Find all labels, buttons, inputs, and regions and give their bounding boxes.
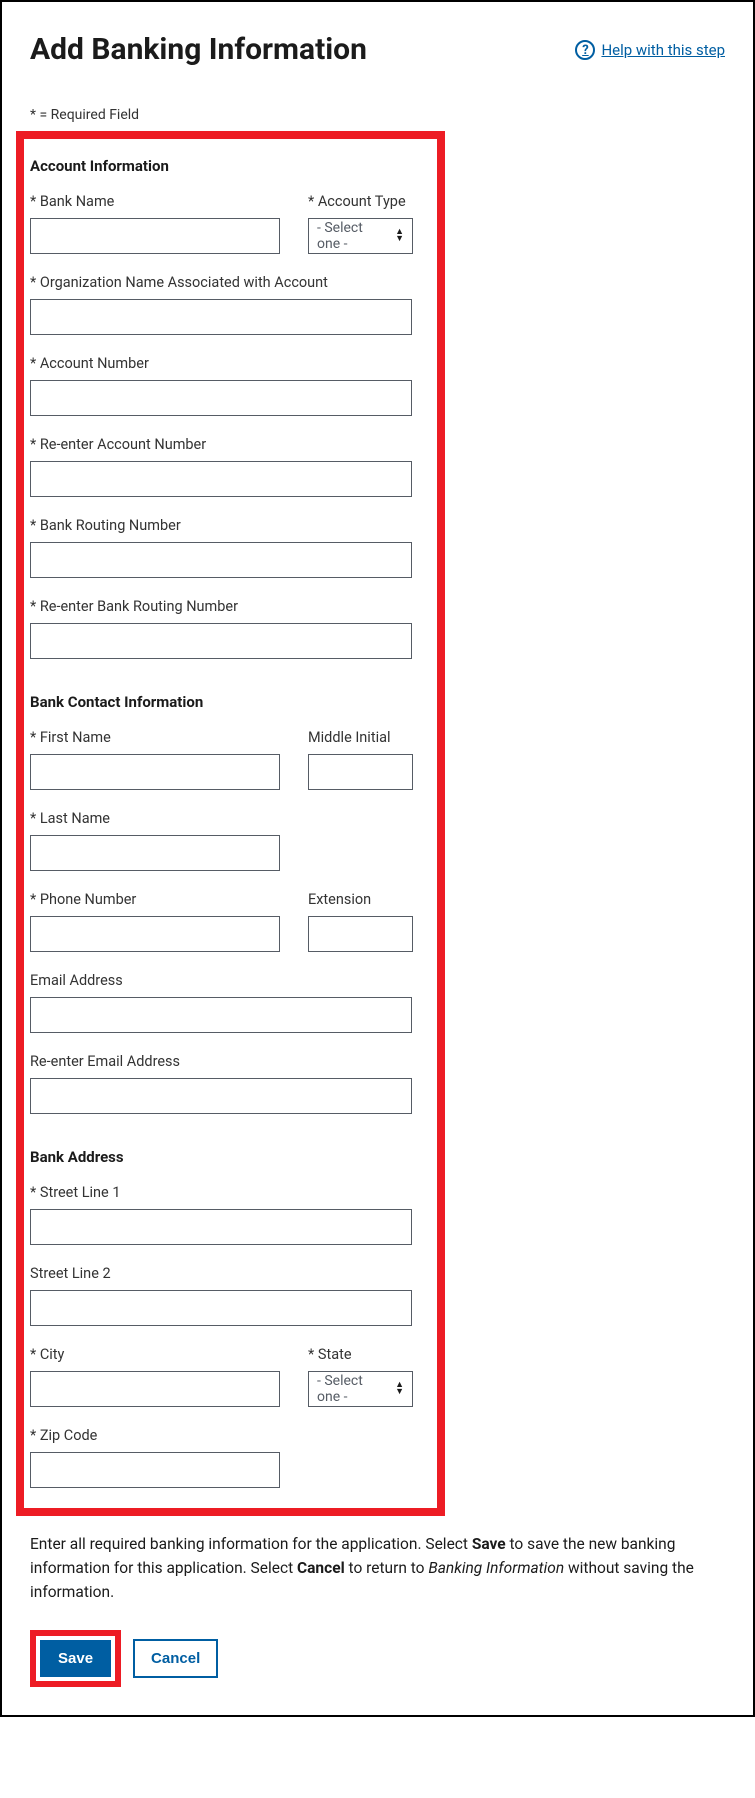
routing-input[interactable]: [30, 542, 412, 578]
label-routing: * Bank Routing Number: [30, 517, 412, 534]
section-heading-account: Account Information: [30, 157, 431, 175]
label-city: * City: [30, 1346, 280, 1363]
save-button[interactable]: Save: [40, 1640, 111, 1677]
street1-input[interactable]: [30, 1209, 412, 1245]
label-org-name: * Organization Name Associated with Acco…: [30, 274, 412, 291]
street2-input[interactable]: [30, 1290, 412, 1326]
first-name-input[interactable]: [30, 754, 280, 790]
account-number-input[interactable]: [30, 380, 412, 416]
org-name-input[interactable]: [30, 299, 412, 335]
label-state: * State: [308, 1346, 413, 1363]
page-container: Add Banking Information ? Help with this…: [0, 0, 755, 1717]
bank-name-input[interactable]: [30, 218, 280, 254]
section-heading-address: Bank Address: [30, 1148, 431, 1166]
label-street2: Street Line 2: [30, 1265, 412, 1282]
state-selected: - Select one -: [317, 1373, 389, 1405]
save-highlight: Save: [30, 1630, 121, 1687]
chevron-sort-icon: ▲▼: [395, 229, 404, 243]
header-row: Add Banking Information ? Help with this…: [30, 32, 725, 67]
account-type-selected: - Select one -: [317, 220, 389, 252]
instructions-text: Enter all required banking information f…: [30, 1532, 725, 1604]
zip-input[interactable]: [30, 1452, 280, 1488]
label-street1: * Street Line 1: [30, 1184, 412, 1201]
button-row: Save Cancel: [30, 1630, 725, 1687]
label-account-type: * Account Type: [308, 193, 413, 210]
state-select[interactable]: - Select one - ▲▼: [308, 1371, 413, 1407]
label-extension: Extension: [308, 891, 413, 908]
city-input[interactable]: [30, 1371, 280, 1407]
label-re-routing: * Re-enter Bank Routing Number: [30, 598, 412, 615]
help-link-label: Help with this step: [601, 41, 725, 59]
required-field-note: * = Required Field: [30, 107, 725, 123]
middle-initial-input[interactable]: [308, 754, 413, 790]
chevron-sort-icon: ▲▼: [395, 1382, 404, 1396]
label-first-name: * First Name: [30, 729, 280, 746]
label-zip: * Zip Code: [30, 1427, 280, 1444]
phone-input[interactable]: [30, 916, 280, 952]
label-account-number: * Account Number: [30, 355, 412, 372]
label-bank-name: * Bank Name: [30, 193, 280, 210]
label-last-name: * Last Name: [30, 810, 280, 827]
label-re-email: Re-enter Email Address: [30, 1053, 412, 1070]
account-type-select[interactable]: - Select one - ▲▼: [308, 218, 413, 254]
help-link[interactable]: ? Help with this step: [575, 40, 725, 60]
re-email-input[interactable]: [30, 1078, 412, 1114]
extension-input[interactable]: [308, 916, 413, 952]
email-input[interactable]: [30, 997, 412, 1033]
help-icon: ?: [575, 40, 595, 60]
last-name-input[interactable]: [30, 835, 280, 871]
highlighted-form-area: Account Information * Bank Name * Accoun…: [16, 131, 445, 1516]
label-middle-initial: Middle Initial: [308, 729, 413, 746]
cancel-button[interactable]: Cancel: [133, 1639, 218, 1678]
label-email: Email Address: [30, 972, 412, 989]
section-heading-contact: Bank Contact Information: [30, 693, 431, 711]
re-routing-input[interactable]: [30, 623, 412, 659]
label-phone: * Phone Number: [30, 891, 280, 908]
page-title: Add Banking Information: [30, 32, 367, 67]
label-re-account-number: * Re-enter Account Number: [30, 436, 412, 453]
re-account-number-input[interactable]: [30, 461, 412, 497]
